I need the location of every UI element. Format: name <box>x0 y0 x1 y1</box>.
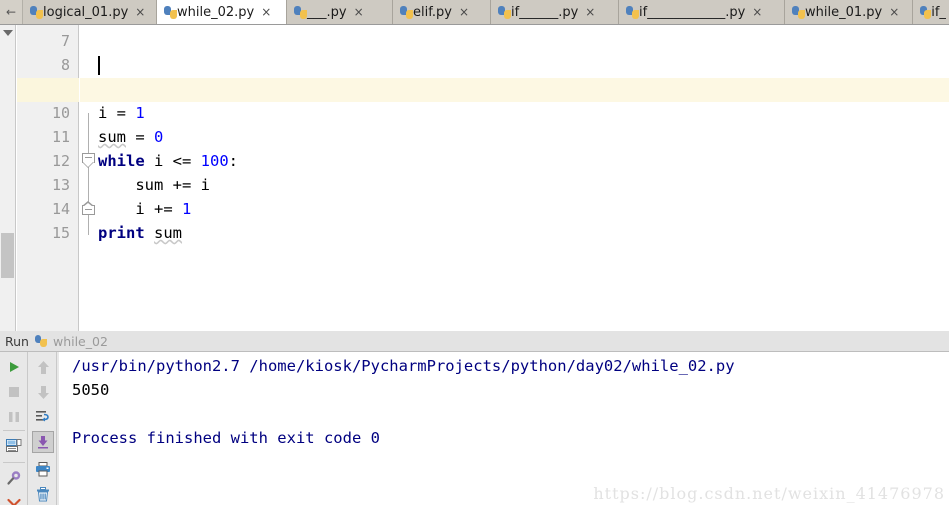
chevron-down-icon <box>7 498 21 505</box>
text-caret <box>98 56 100 75</box>
watermark-text: https://blog.csdn.net/weixin_41476978 <box>593 484 945 503</box>
editor-code-folding-column[interactable] <box>80 25 98 331</box>
editor-tab-if____________py[interactable]: if____________.py × <box>619 0 785 24</box>
console-line: /usr/bin/python2.7 /home/kiosk/PycharmPr… <box>72 357 735 375</box>
console-line: 5050 <box>72 381 110 399</box>
rerun-button[interactable] <box>3 356 25 378</box>
plug-icon <box>7 471 21 485</box>
close-icon[interactable]: × <box>354 6 364 18</box>
fold-region-line <box>88 113 89 235</box>
python-file-icon <box>626 5 639 19</box>
editor-tab-label: while_02.py <box>177 4 255 20</box>
editor-tab-if______py[interactable]: if______.py × <box>491 0 619 24</box>
close-icon[interactable]: × <box>889 6 899 18</box>
editor-tab-label: if_ <box>931 4 946 20</box>
down-the-stack-button[interactable] <box>32 381 54 403</box>
run-left-toolbar <box>0 352 28 505</box>
stop-square-icon <box>9 387 19 397</box>
editor-tab-label: if______.py <box>511 4 579 20</box>
editor-tab-label: logical_01.py <box>43 4 129 20</box>
pause-icon <box>9 412 19 422</box>
line-number: 10 <box>51 104 70 122</box>
clear-all-button[interactable] <box>32 483 54 505</box>
editor-tab-label: if____________.py <box>639 4 746 20</box>
collapse-triangle-icon[interactable] <box>3 30 13 36</box>
printer-icon <box>36 461 50 476</box>
arrow-up-icon <box>37 360 49 374</box>
attach-debugger-button[interactable] <box>3 467 25 489</box>
editor-line-number-gutter: 789101112131415 <box>17 25 79 331</box>
console-line: Process finished with exit code 0 <box>72 429 380 447</box>
active-line-gutter-highlight <box>17 78 79 102</box>
collapse-panel-button[interactable] <box>3 492 25 505</box>
active-line-highlight <box>80 78 949 102</box>
code-line[interactable]: sum = 0 <box>98 125 163 149</box>
toolbar-separator <box>3 430 25 431</box>
code-line[interactable]: sum += i <box>98 173 210 197</box>
line-number: 7 <box>60 32 70 50</box>
run-configuration-name: while_02 <box>52 333 108 349</box>
close-icon[interactable]: × <box>135 6 145 18</box>
python-file-icon <box>294 5 307 19</box>
play-icon <box>10 362 19 372</box>
editor-tab-___py[interactable]: ___.py × <box>287 0 393 24</box>
python-run-config-icon <box>34 335 47 347</box>
code-line[interactable]: while i <= 100: <box>98 149 238 173</box>
close-icon[interactable]: × <box>459 6 469 18</box>
up-the-stack-button[interactable] <box>32 356 54 378</box>
scroll-to-end-icon <box>38 436 48 449</box>
soft-wrap-button[interactable] <box>32 406 54 428</box>
stop-button[interactable] <box>3 381 25 403</box>
arrow-down-icon <box>37 385 49 399</box>
show-console-button[interactable] <box>3 435 25 457</box>
pause-output-button[interactable] <box>3 406 25 428</box>
code-line[interactable]: i += 1 <box>98 197 191 221</box>
run-tool-window-title: Run <box>5 333 29 349</box>
run-right-toolbar <box>29 352 57 505</box>
python-file-icon <box>792 5 805 19</box>
python-file-icon <box>164 5 177 19</box>
run-tool-window: Run while_02 /usr/bin/python2.7 /home/ki… <box>0 331 949 505</box>
pycharm-window: ← logical_01.py × while_02.py × ___.py × elif.… <box>0 0 949 505</box>
close-icon[interactable]: × <box>752 6 762 18</box>
line-number: 14 <box>51 200 70 218</box>
line-number: 8 <box>60 56 70 74</box>
editor-tab-elifpy[interactable]: elif.py × <box>393 0 491 24</box>
tab-scroll-left-button[interactable]: ← <box>0 0 23 24</box>
python-file-icon <box>30 5 43 19</box>
line-number: 13 <box>51 176 70 194</box>
print-button[interactable] <box>32 458 54 480</box>
run-console-output[interactable]: /usr/bin/python2.7 /home/kiosk/PycharmPr… <box>59 352 949 505</box>
run-tool-window-header[interactable]: Run while_02 <box>0 331 949 352</box>
scroll-to-end-button[interactable] <box>32 431 54 453</box>
editor-vertical-scrollbar-thumb[interactable] <box>1 233 14 278</box>
code-line[interactable]: print sum <box>98 221 182 245</box>
python-file-icon <box>400 5 413 19</box>
python-file-icon <box>920 5 932 19</box>
editor-tab-while_02py[interactable]: while_02.py × <box>157 0 287 24</box>
fold-end-marker[interactable] <box>82 201 95 215</box>
close-icon[interactable]: × <box>261 6 271 18</box>
editor-tab-label: elif.py <box>413 4 452 20</box>
line-number: 11 <box>51 128 70 146</box>
soft-wrap-icon <box>36 411 49 422</box>
code-editor[interactable]: 789101112131415 """i = 1sum = 0while i <… <box>0 25 949 331</box>
trash-icon <box>37 486 49 501</box>
editor-tab-label: ___.py <box>307 4 347 20</box>
editor-marker-column <box>0 25 16 331</box>
toolbar-separator <box>3 462 25 463</box>
editor-code-area[interactable]: """i = 1sum = 0while i <= 100: sum += i … <box>98 25 949 331</box>
editor-tab-label: while_01.py <box>805 4 883 20</box>
editor-tab-if_[interactable]: if_× <box>913 0 949 24</box>
editor-tab-bar: ← logical_01.py × while_02.py × ___.py × elif.… <box>0 0 949 25</box>
line-number: 15 <box>51 224 70 242</box>
editor-tab-while_01py[interactable]: while_01.py × <box>785 0 913 24</box>
python-file-icon <box>498 5 511 19</box>
fold-collapse-arrow[interactable] <box>82 153 95 169</box>
line-number: 12 <box>51 152 70 170</box>
editor-tab-logical_01py[interactable]: logical_01.py × <box>23 0 157 24</box>
close-icon[interactable]: × <box>585 6 595 18</box>
code-line[interactable]: i = 1 <box>98 101 145 125</box>
console-window-icon <box>6 439 22 452</box>
